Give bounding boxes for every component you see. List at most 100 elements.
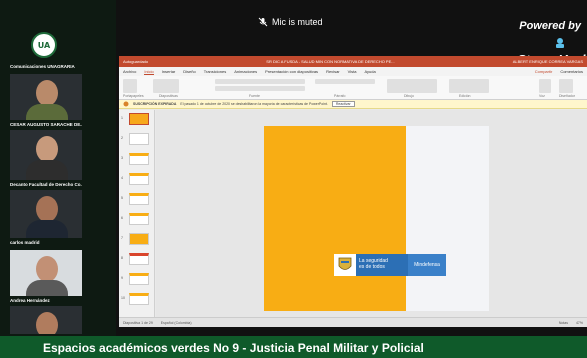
group-dibujo: Dibujo [404, 94, 414, 98]
mute-text: Mic is muted [272, 17, 323, 27]
editing-controls[interactable] [449, 79, 489, 93]
participant-name: Decanto Facultad de Derecho Co... [10, 180, 82, 189]
slide-thumbnail[interactable] [129, 133, 149, 145]
participant-name: Comunicaciones UNAGRARIA [10, 62, 82, 71]
tab-ayuda[interactable]: Ayuda [364, 69, 375, 74]
logo-text: UA [37, 40, 51, 50]
participant-face [36, 136, 58, 162]
slide-grey-panel [406, 126, 489, 311]
streamyard-logo-icon [556, 38, 564, 48]
slide-thumbnail[interactable] [129, 253, 149, 265]
slide-thumbnail[interactable] [129, 233, 149, 245]
share-button[interactable]: Compartir [535, 69, 553, 74]
infobar-message: El pasado 1 de octubre de 2020 se deshab… [180, 102, 328, 106]
slide-thumbnail[interactable] [129, 113, 149, 125]
slide-number: 10 [121, 296, 125, 300]
slide-number: 9 [121, 276, 123, 280]
group-portapapeles: Portapapeles [123, 94, 144, 98]
current-slide[interactable]: La seguridad es de todos Mindefensa [264, 126, 489, 311]
tab-animaciones[interactable]: Animaciones [234, 69, 257, 74]
stream-stage: UA Comunicaciones UNAGRARIA CESAR AUGUST… [0, 0, 587, 358]
slide-number: 5 [121, 196, 123, 200]
participant-name: carlos madrid [10, 238, 82, 247]
font-controls[interactable] [215, 79, 305, 84]
tab-insertar[interactable]: Insertar [162, 69, 176, 74]
slide-number: 2 [121, 136, 123, 140]
mic-muted-icon [258, 17, 268, 27]
powered-by-label: Powered by [519, 20, 581, 32]
font-format-controls[interactable] [215, 86, 305, 91]
slide-thumbnail[interactable] [129, 193, 149, 205]
ppt-titlebar: Autoguardado SR DIC A FUSDA - SALUD MIN … [119, 56, 587, 67]
infobar-tag: SUSCRIPCIÓN EXPIRADA [133, 102, 177, 106]
participant-video [10, 74, 82, 120]
participant-body [26, 160, 68, 180]
designer-button[interactable] [559, 79, 573, 93]
slide-thumbnail[interactable] [129, 213, 149, 225]
new-slide-button[interactable] [153, 79, 179, 93]
slide-number: 4 [121, 176, 123, 180]
mute-indicator: Mic is muted [258, 17, 323, 27]
tab-vista[interactable]: Vista [348, 69, 357, 74]
participant-column: UA Comunicaciones UNAGRARIA CESAR AUGUST… [0, 0, 116, 358]
participant-video [10, 250, 82, 296]
participant-name: CESAR AUGUSTO SARACHE DE... [10, 120, 82, 129]
language-status[interactable]: Español (Colombia) [161, 321, 192, 325]
slide-number: 6 [121, 216, 123, 220]
colombia-shield-icon [334, 254, 356, 276]
comments-button[interactable]: Comentarios [560, 69, 583, 74]
group-fuente: Fuente [249, 94, 260, 98]
slide-thumbnails: 1 2 3 4 5 6 7 8 9 10 [119, 110, 155, 317]
lower-third-text: Espacios académicos verdes No 9 - Justic… [43, 341, 424, 355]
government-banner: La seguridad es de todos Mindefensa [334, 254, 446, 276]
participant-video [10, 130, 82, 180]
participant-face [36, 80, 58, 106]
slide-thumbnail[interactable] [129, 273, 149, 285]
ppt-statusbar: Diapositiva 1 de 29 Español (Colombia) N… [119, 317, 587, 327]
zoom-level[interactable]: 47% [576, 321, 583, 325]
tab-transiciones[interactable]: Transiciones [204, 69, 227, 74]
reactivate-button[interactable]: Reactivar [331, 101, 355, 107]
participant-video [10, 306, 82, 336]
university-logo: UA [31, 32, 57, 58]
tab-archivo[interactable]: Archivo [123, 69, 136, 74]
autosave-label[interactable]: Autoguardado [123, 59, 148, 64]
slide-number: 7 [121, 236, 123, 240]
drawing-controls[interactable] [387, 79, 437, 93]
subscription-infobar: SUSCRIPCIÓN EXPIRADA El pasado 1 de octu… [119, 100, 587, 109]
tab-presentacion[interactable]: Presentación con diapositivas [265, 69, 318, 74]
participant-video [10, 190, 82, 238]
document-title: SR DIC A FUSDA - SALUD MIN CON NORMATIVA… [266, 59, 395, 64]
slide-number: 8 [121, 256, 123, 260]
tab-diseno[interactable]: Diseño [183, 69, 195, 74]
powerpoint-window: Autoguardado SR DIC A FUSDA - SALUD MIN … [119, 56, 587, 327]
tab-inicio[interactable]: Inicio [144, 69, 154, 75]
paste-button[interactable] [123, 79, 137, 93]
banner-slogan: La seguridad es de todos [356, 254, 408, 276]
group-edicion: Edición [459, 94, 471, 98]
participant-body [26, 280, 68, 296]
ribbon-tabs: Archivo Inicio Insertar Diseño Transicio… [119, 67, 587, 76]
group-diapositivas: Diapositivas [159, 94, 178, 98]
paragraph-controls[interactable] [315, 79, 375, 84]
group-voz: Voz [539, 94, 545, 98]
slide-thumbnail[interactable] [129, 153, 149, 165]
slide-thumbnail[interactable] [129, 173, 149, 185]
banner-ministry: Mindefensa [408, 254, 446, 276]
participant-body [26, 104, 68, 120]
tab-revisar[interactable]: Revisar [326, 69, 340, 74]
ribbon: Portapapeles Diapositivas Fuente Párrafo… [119, 76, 587, 100]
slide-orange-panel [264, 126, 406, 311]
slide-number: 3 [121, 156, 123, 160]
slide-canvas: La seguridad es de todos Mindefensa [156, 110, 587, 317]
participant-body [26, 220, 68, 238]
dictate-button[interactable] [539, 79, 551, 93]
participant-name: Andrea Hernández [10, 296, 82, 305]
slide-number: 1 [121, 116, 123, 120]
participant-face [36, 196, 58, 222]
warning-icon [123, 101, 129, 107]
notes-button[interactable]: Notas [559, 321, 568, 325]
account-name[interactable]: ALBERT ENRIQUE CORREA VARGAS [513, 59, 583, 64]
slide-thumbnail[interactable] [129, 293, 149, 305]
slogan-line-2: es de todos [359, 263, 385, 270]
